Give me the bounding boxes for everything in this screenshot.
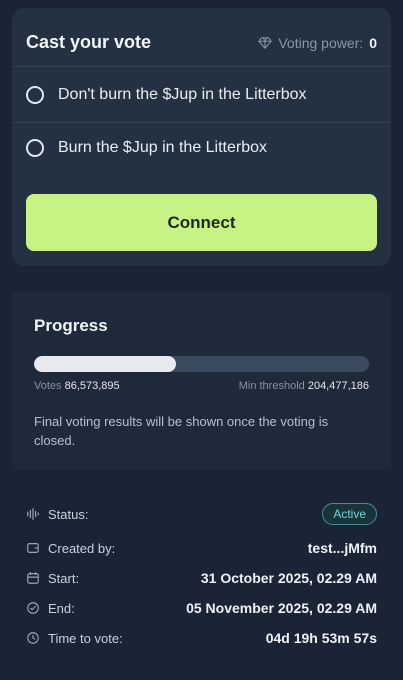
vote-option-burn[interactable]: Burn the $Jup in the Litterbox <box>26 135 377 161</box>
progress-bar-fill <box>34 356 176 372</box>
created-by-label: Created by: <box>48 540 116 556</box>
divider <box>12 122 391 123</box>
voting-power-value: 0 <box>369 34 377 51</box>
results-note: Final voting results will be shown once … <box>34 414 329 448</box>
status-row: Status: Active <box>26 502 377 526</box>
votes-label: Votes <box>34 380 62 392</box>
vote-card: Cast your vote Voting power: 0 Don't bur… <box>12 8 391 266</box>
vote-card-header: Cast your vote Voting power: 0 <box>26 32 377 53</box>
radio-button[interactable] <box>26 86 44 104</box>
creator-address[interactable]: test...jMfm <box>308 540 377 556</box>
votes-count: Votes 86,573,895 <box>34 380 120 392</box>
vote-card-title: Cast your vote <box>26 32 152 52</box>
check-circle-icon <box>27 602 39 614</box>
votes-value: 86,573,895 <box>64 380 120 392</box>
min-threshold: Min threshold 204,477,186 <box>239 380 369 392</box>
vote-option-label: Don't burn the $Jup in the Litterbox <box>58 86 307 103</box>
end-label: End: <box>48 600 75 616</box>
time-to-vote-label: Time to vote: <box>48 630 123 646</box>
status-label: Status: <box>48 506 89 522</box>
status-badge: Active <box>322 503 377 525</box>
wallet-icon <box>27 543 39 553</box>
start-label: Start: <box>48 570 80 586</box>
vote-option-dont-burn[interactable]: Don't burn the $Jup in the Litterbox <box>26 82 377 108</box>
connect-button[interactable]: Connect <box>26 194 377 251</box>
calendar-icon <box>27 572 39 584</box>
vote-option-label: Burn the $Jup in the Litterbox <box>58 139 268 156</box>
end-value: 05 November 2025, 02.29 AM <box>186 600 377 616</box>
clock-icon <box>27 632 39 644</box>
voting-power: Voting power: 0 <box>258 35 377 51</box>
threshold-label: Min threshold <box>238 380 305 392</box>
created-by-row: Created by: test...jMfm <box>26 536 377 560</box>
progress-labels: Votes 86,573,895 Min threshold 204,477,1… <box>34 380 369 392</box>
voting-power-label: Voting power: <box>278 34 364 51</box>
time-to-vote-row: Time to vote: 04d 19h 53m 57s <box>26 626 377 650</box>
end-row: End: 05 November 2025, 02.29 AM <box>26 596 377 620</box>
threshold-value: 204,477,186 <box>307 380 369 392</box>
divider <box>12 66 391 67</box>
progress-bar <box>34 356 369 372</box>
radio-button[interactable] <box>26 139 44 157</box>
progress-card: Progress Votes 86,573,895 Min threshold … <box>12 292 391 470</box>
progress-title: Progress <box>34 316 108 335</box>
signal-icon <box>27 508 39 520</box>
start-row: Start: 31 October 2025, 02.29 AM <box>26 566 377 590</box>
time-to-vote-value: 04d 19h 53m 57s <box>265 630 377 646</box>
diamond-icon <box>258 36 273 49</box>
start-value: 31 October 2025, 02.29 AM <box>200 570 377 586</box>
